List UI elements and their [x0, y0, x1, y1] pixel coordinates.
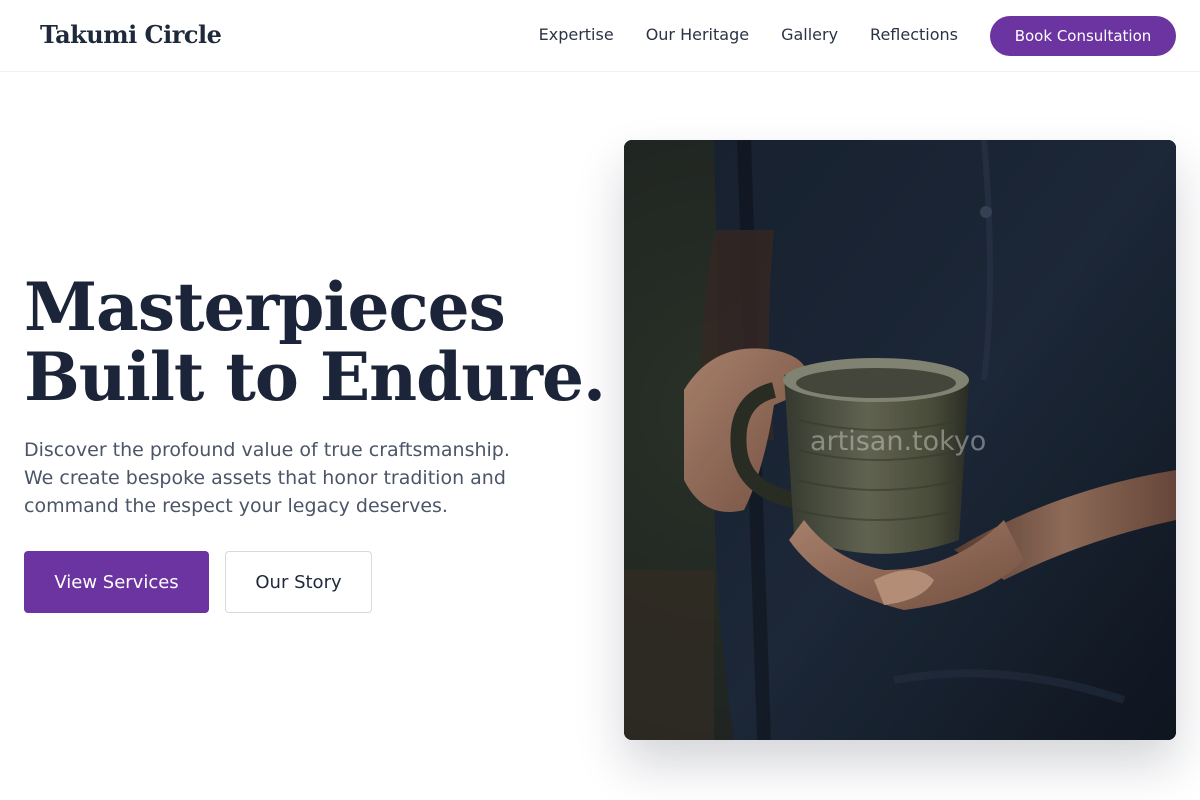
- hero-image-artisan-mug: artisan.tokyo: [624, 140, 1176, 740]
- hero-headline-line: Built to Endure.: [24, 338, 606, 416]
- hero-description-line: command the respect your legacy deserves…: [24, 495, 448, 517]
- view-services-button[interactable]: View Services: [24, 551, 209, 613]
- our-story-button[interactable]: Our Story: [225, 551, 372, 613]
- hero-headline: Masterpieces Built to Endure.: [24, 268, 606, 416]
- brand-logo[interactable]: Takumi Circle: [40, 20, 222, 49]
- hero-headline-line: Masterpieces: [24, 268, 506, 346]
- hero-description: Discover the profound value of true craf…: [24, 436, 524, 520]
- site-header: Takumi Circle Expertise Our Heritage Gal…: [0, 0, 1200, 72]
- image-watermark: artisan.tokyo: [810, 426, 987, 457]
- main-nav: Expertise Our Heritage Gallery Reflectio…: [539, 24, 958, 46]
- nav-link-our-heritage[interactable]: Our Heritage: [646, 24, 749, 46]
- hero-description-line: Discover the profound value of true craf…: [24, 439, 510, 461]
- nav-link-expertise[interactable]: Expertise: [539, 24, 614, 46]
- hero-description-line: We create bespoke assets that honor trad…: [24, 467, 506, 489]
- nav-link-gallery[interactable]: Gallery: [781, 24, 838, 46]
- nav-link-reflections[interactable]: Reflections: [870, 24, 958, 46]
- book-consultation-button[interactable]: Book Consultation: [990, 16, 1176, 56]
